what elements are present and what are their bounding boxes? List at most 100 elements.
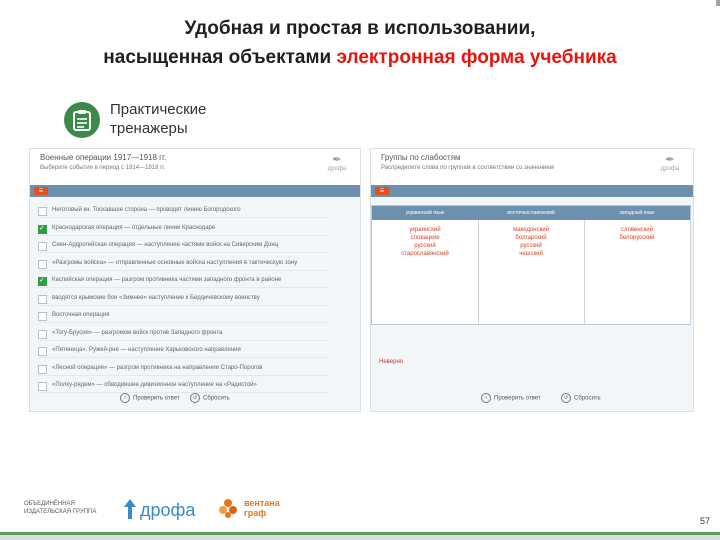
task-checkbox[interactable] (38, 294, 47, 304)
publisher-logo: ОБЪЕДИНЁННАЯ ИЗДАТЕЛЬСКАЯ ГРУППА (24, 500, 114, 516)
ventana-line-2: граф (244, 508, 267, 518)
word-card[interactable]: русский (478, 242, 584, 250)
info-icon: i (120, 393, 130, 403)
word-card[interactable]: македонский (478, 226, 584, 234)
answer-status: Неверно (379, 359, 404, 365)
reset-icon: ↺ (190, 393, 200, 403)
panel-subtitle: Выберите события в период с 1914—1918 гг… (40, 165, 166, 171)
task-row[interactable]: Неготовый кн. Тоскавшее сторона — провод… (38, 205, 328, 218)
task-checkbox[interactable] (38, 347, 47, 356)
task-row[interactable]: «Лесной операция» — разгром противника н… (38, 363, 328, 376)
task-row[interactable]: «Разгромы войска» — отправленные основны… (38, 258, 328, 271)
column-words: македонский болгарский русский чешский (478, 226, 584, 258)
bottom-bar (0, 532, 720, 540)
word-card[interactable]: старославянский (372, 250, 478, 258)
task-text: Сиен-Ардрогейская операция — наступление… (52, 242, 279, 248)
drofa-logo-text: дрофа (140, 500, 196, 520)
task-row[interactable]: Сиен-Ардрогейская операция — наступление… (38, 240, 328, 253)
task-checkbox[interactable] (38, 329, 47, 339)
word-card[interactable]: русский (372, 242, 478, 250)
task-text: «Тогу-Брусия» — разгромом войск против З… (52, 329, 223, 336)
panel-title: Группы по слабостям (381, 153, 461, 162)
panel-footer: i Проверить ответ ↺ Сбросить (371, 389, 693, 411)
title-line-1: Удобная и простая в использовании, (184, 18, 536, 39)
reset-icon: ↺ (561, 393, 571, 403)
word-card[interactable]: белорусский (584, 234, 690, 242)
task-row[interactable]: вводятся крымские бои «Зимнее» наступлен… (38, 293, 328, 306)
title-highlight: электронная форма учебника (336, 47, 617, 68)
column-header: западный язык (584, 206, 690, 220)
task-checkbox[interactable] (38, 207, 47, 216)
column-words: словенский белорусский (584, 226, 690, 242)
task-checkbox[interactable] (38, 259, 47, 269)
logo-caption: дрофа (327, 166, 347, 172)
check-answer-button[interactable]: i Проверить ответ (120, 393, 180, 403)
publisher-line-1: ОБЪЕДИНЁННАЯ (24, 501, 75, 507)
logo-caption: дрофа (660, 166, 680, 172)
task-text: Неготовый кн. Тоскавшее сторона — провод… (52, 207, 241, 213)
leaf-icon: ✒ (332, 154, 342, 166)
corner-mark (716, 0, 720, 6)
left-trainer-panel: Военные операции 1917—1918 гг. Выберите … (29, 148, 361, 412)
panel-title: Военные операции 1917—1918 гг. (40, 153, 167, 162)
title-line-2: насыщенная объектами электронная форма у… (0, 43, 720, 72)
panel-toolbar: ☰ (371, 185, 693, 197)
panel-header: Военные операции 1917—1918 гг. Выберите … (30, 149, 360, 186)
drop-column[interactable]: украинский словацкие русский старославянски… (372, 220, 479, 324)
word-card[interactable]: словацкие (372, 234, 478, 242)
section-label: Практические тренажеры (110, 101, 207, 137)
task-text: Краснодарская операция — отдельные линии… (52, 224, 216, 231)
drop-column[interactable]: македонский болгарский русский чешский (478, 220, 585, 324)
bottom-accent-line (0, 532, 720, 535)
publisher-line-2: ИЗДАТЕЛЬСКАЯ ГРУППА (24, 509, 97, 515)
word-card[interactable]: словенский (584, 226, 690, 234)
task-text: «Лесной операция» — разгром противника н… (52, 364, 263, 371)
task-text: вводятся крымские бои «Зимнее» наступлен… (52, 294, 260, 301)
drop-column[interactable]: словенский белорусский (584, 220, 691, 324)
task-row[interactable]: «Тогу-Брусия» — разгромом войск против З… (38, 328, 328, 341)
drofa-logo: ✒ дрофа (324, 155, 350, 175)
leaf-icon: ✒ (665, 154, 675, 166)
panel-header: Группы по слабостям Распределите слова п… (371, 149, 693, 186)
clipboard-icon (64, 102, 100, 138)
task-checkbox[interactable] (38, 242, 47, 251)
panel-toolbar: ☰ (30, 185, 360, 197)
word-card[interactable]: чешский (478, 250, 584, 258)
task-row[interactable]: Краснодарская операция — отдельные линии… (38, 223, 328, 236)
task-number-chip[interactable]: ☰ (34, 187, 48, 195)
column-header: восточнославянский (478, 206, 584, 220)
task-row[interactable]: «Пятеница». Ружей-рне — наступление Харь… (38, 345, 328, 358)
task-text: Каспийская операция — разгром противника… (52, 277, 282, 283)
task-text: «Пятеница». Ружей-рне — наступление Харь… (52, 347, 241, 353)
word-card[interactable]: украинский (372, 226, 478, 234)
drofa-logo: ✒ дрофа (657, 155, 683, 175)
task-checkbox[interactable] (38, 276, 47, 286)
word-card[interactable]: болгарский (478, 234, 584, 242)
task-checkbox[interactable] (38, 364, 47, 374)
drofa-bird-icon (124, 499, 136, 519)
ventana-flower-icon (219, 499, 237, 518)
reset-label: Сбросить (574, 395, 601, 402)
right-trainer-panel: Группы по слабостям Распределите слова п… (370, 148, 694, 412)
task-text: Восточная операция (52, 312, 110, 318)
reset-label: Сбросить (203, 395, 230, 402)
ventana-line-1: вентана (244, 498, 280, 508)
task-checkbox[interactable] (38, 312, 47, 321)
page-number: 57 (699, 516, 710, 526)
task-text: «Разгромы войска» — отправленные основны… (52, 259, 298, 266)
info-icon: i (481, 393, 491, 403)
task-number-chip[interactable]: ☰ (375, 187, 389, 195)
column-header: украинский язык (372, 206, 478, 220)
task-row[interactable]: Каспийская операция — разгром противника… (38, 275, 328, 288)
ventana-logo-text: вентана граф (244, 498, 280, 518)
reset-button[interactable]: ↺ Сбросить (190, 393, 230, 403)
panel-footer: i Проверить ответ ↺ Сбросить (30, 389, 360, 411)
column-words: украинский словацкие русский старославянски… (372, 226, 478, 258)
task-checkbox[interactable] (38, 224, 47, 234)
reset-button[interactable]: ↺ Сбросить (561, 393, 601, 403)
task-row[interactable]: Восточная операция (38, 310, 328, 323)
check-answer-button[interactable]: i Проверить ответ (481, 393, 541, 403)
sorting-table: украинский язык украинский словацкие русски… (371, 205, 691, 325)
slide-title: Удобная и простая в использовании, насыщ… (0, 14, 720, 72)
check-answer-label: Проверить ответ (133, 395, 180, 402)
